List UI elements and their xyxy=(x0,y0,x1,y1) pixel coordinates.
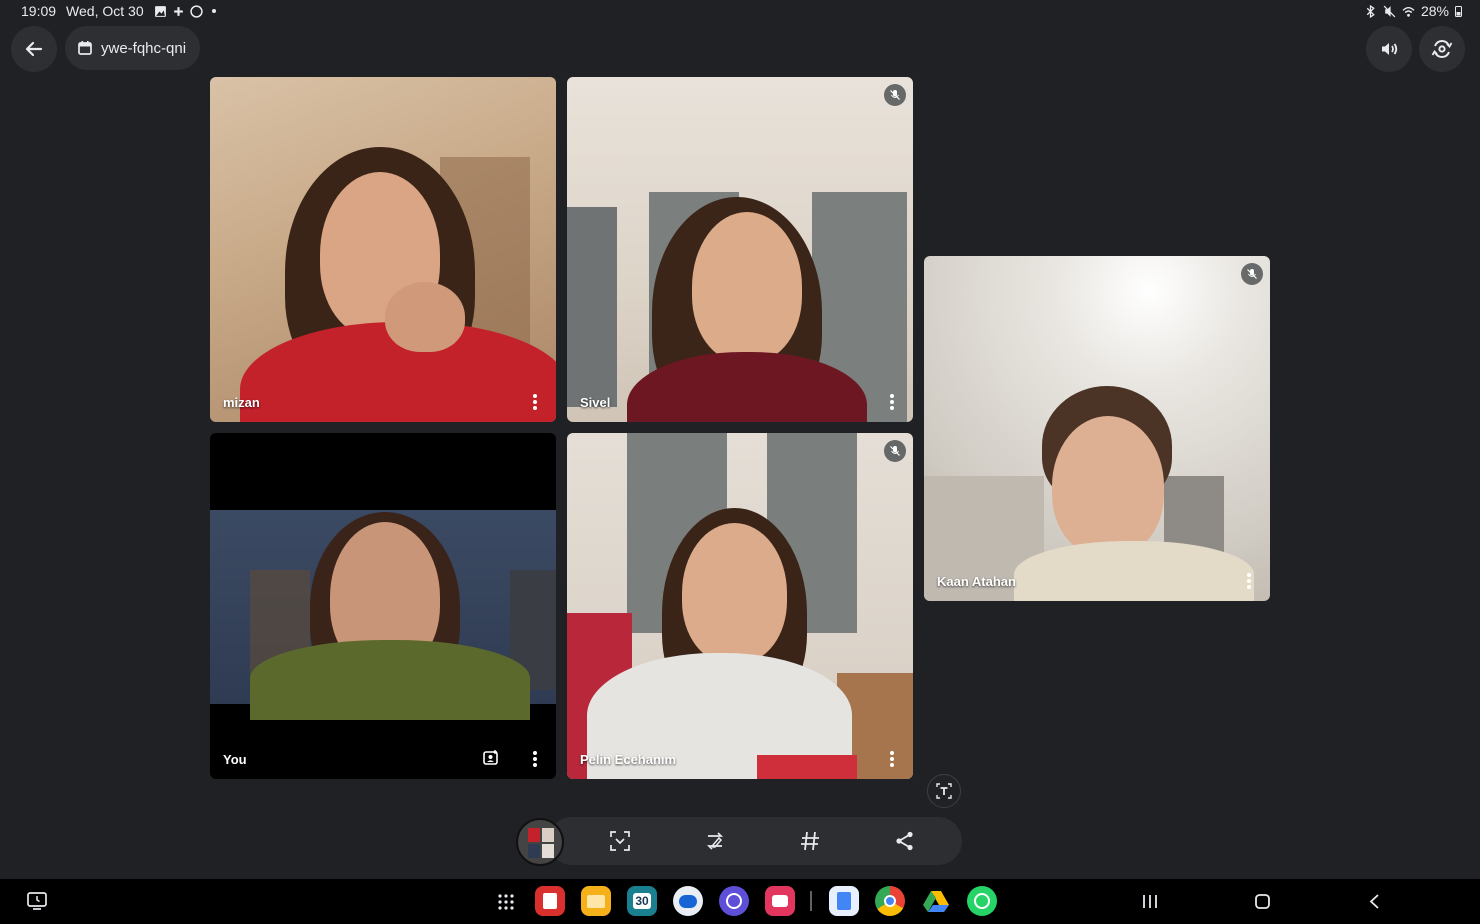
calendar-app-icon[interactable]: 30 xyxy=(627,886,657,916)
back-nav-icon[interactable] xyxy=(1367,893,1383,910)
meeting-code: ywe-fqhc-qni xyxy=(101,39,187,57)
scan-icon xyxy=(610,831,630,851)
wifi-icon xyxy=(1402,6,1415,17)
more-notifications-dot xyxy=(211,9,216,13)
switch-camera-icon xyxy=(1431,39,1453,59)
draw-button[interactable] xyxy=(703,829,727,853)
hashtag-icon xyxy=(801,831,819,851)
participant-name: Pelin Ecehanım xyxy=(580,752,677,767)
whatsapp-app-icon[interactable] xyxy=(967,886,997,916)
self-video-feed xyxy=(210,510,556,720)
mic-off-icon xyxy=(884,84,906,106)
chrome-app-icon[interactable] xyxy=(875,886,905,916)
participant-name: mizan xyxy=(223,395,260,410)
recent-screen-icon[interactable] xyxy=(26,891,48,911)
tag-button[interactable] xyxy=(798,829,822,853)
battery-level: 28% xyxy=(1420,3,1449,19)
slack-icon xyxy=(173,6,183,16)
mic-off-icon xyxy=(1241,263,1263,285)
participant-tile-sivel[interactable]: Sivel xyxy=(567,77,913,422)
folder-app-icon[interactable] xyxy=(581,886,611,916)
app-notification-icon xyxy=(189,4,203,18)
screenshot-toolbar xyxy=(548,817,962,865)
date: Wed, Oct 30 xyxy=(66,3,144,19)
participant-name: You xyxy=(223,752,247,767)
docs-app-icon[interactable] xyxy=(829,886,859,916)
text-extract-icon xyxy=(936,783,952,799)
mute-icon xyxy=(1383,5,1396,17)
participant-tile-pelin[interactable]: Pelin Ecehanım xyxy=(567,433,913,779)
back-button[interactable] xyxy=(11,26,57,72)
participant-name: Kaan Atahan xyxy=(937,574,1016,589)
gallery-icon xyxy=(154,5,166,17)
mic-off-icon xyxy=(884,440,906,462)
participant-name: Sivel xyxy=(580,395,611,410)
video-feed xyxy=(924,256,1270,601)
reaction-icon[interactable] xyxy=(482,749,500,767)
apps-grid-icon[interactable] xyxy=(497,893,515,911)
edit-icon xyxy=(706,832,724,850)
screenshot-thumbnail[interactable] xyxy=(516,818,564,866)
drive-app-icon[interactable] xyxy=(921,886,951,916)
share-icon xyxy=(896,831,913,851)
speaker-icon xyxy=(1382,43,1398,55)
back-arrow-icon xyxy=(25,41,43,57)
taskbar-divider xyxy=(810,891,812,911)
calendar-icon xyxy=(78,41,92,55)
meeting-info-button[interactable]: ywe-fqhc-qni xyxy=(65,26,201,70)
audio-output-button[interactable] xyxy=(1366,26,1412,72)
internet-app-icon[interactable] xyxy=(719,886,749,916)
smart-select-button[interactable] xyxy=(608,829,632,853)
more-options-icon[interactable] xyxy=(885,750,899,768)
video-feed xyxy=(567,77,913,422)
status-bar: 19:09 Wed, Oct 30 28% xyxy=(0,0,1480,22)
share-button[interactable] xyxy=(893,829,917,853)
participant-tile-kaan[interactable]: Kaan Atahan xyxy=(924,256,1270,601)
clock: 19:09 xyxy=(21,3,57,19)
video-feed xyxy=(567,433,913,779)
extract-text-button[interactable] xyxy=(927,774,961,808)
battery-icon xyxy=(1455,6,1462,17)
switch-camera-button[interactable] xyxy=(1419,26,1465,72)
bluetooth-icon xyxy=(1366,4,1375,18)
more-options-icon[interactable] xyxy=(1242,572,1256,590)
messages-app-icon[interactable] xyxy=(673,886,703,916)
home-nav-icon[interactable] xyxy=(1254,893,1271,910)
camera-app-icon[interactable] xyxy=(765,886,795,916)
participant-tile-mizan[interactable]: mizan xyxy=(210,77,556,422)
participant-tile-self[interactable]: You xyxy=(210,433,556,779)
app-red-icon[interactable] xyxy=(535,886,565,916)
video-feed xyxy=(210,77,556,422)
more-options-icon[interactable] xyxy=(528,393,542,411)
notification-icons xyxy=(154,4,216,18)
more-options-icon[interactable] xyxy=(885,393,899,411)
recents-nav-icon[interactable] xyxy=(1141,893,1159,910)
more-options-icon[interactable] xyxy=(528,750,542,768)
